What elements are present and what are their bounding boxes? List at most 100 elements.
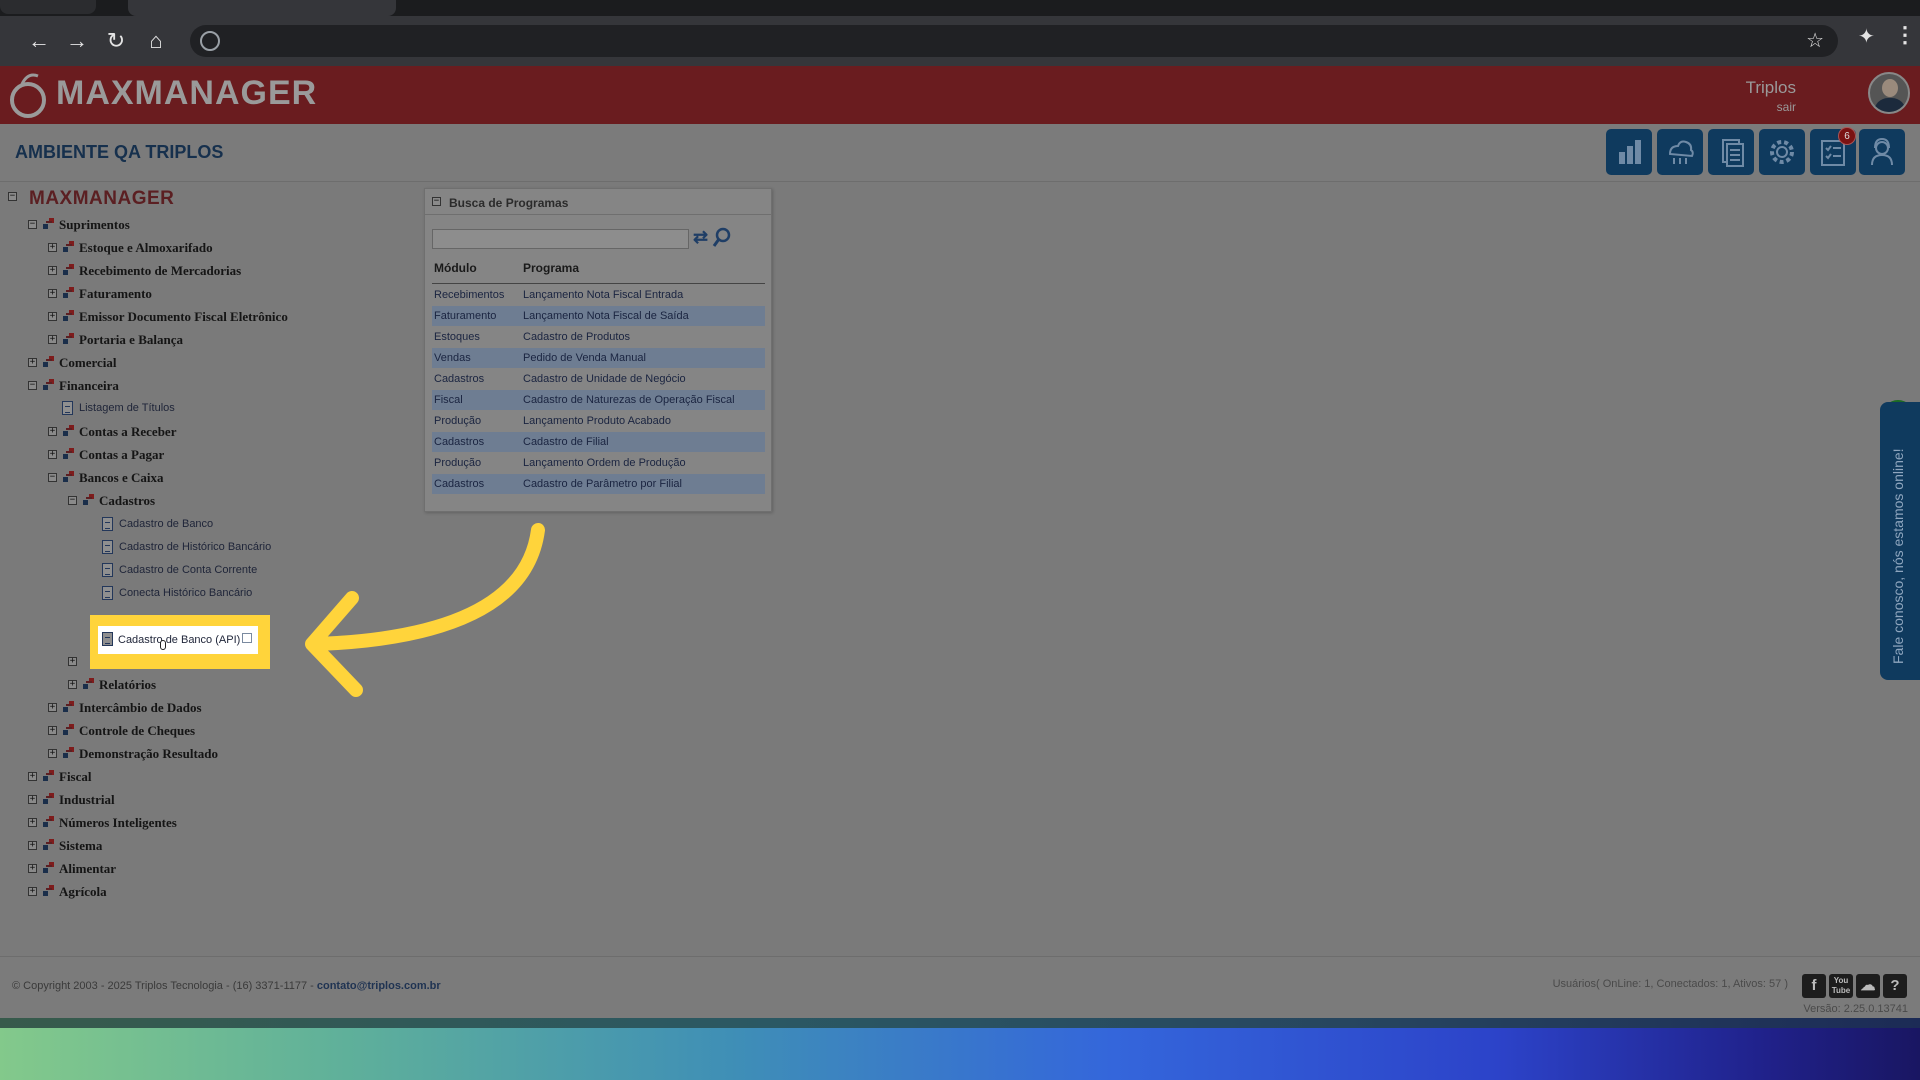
tree-node-label: Cadastros	[99, 493, 156, 508]
expand-icon[interactable]: +	[48, 266, 57, 275]
expand-icon[interactable]: +	[48, 749, 57, 758]
help-icon[interactable]: ?	[1883, 974, 1907, 998]
table-row[interactable]: Produção Lançamento Ordem de Produção	[432, 453, 765, 473]
program-search-panel: − Busca de Programas ⇄ Módulo Programa R…	[424, 188, 772, 512]
table-row[interactable]: Vendas Pedido de Venda Manual	[432, 348, 765, 368]
document-icon	[102, 517, 113, 531]
expand-icon[interactable]: +	[48, 335, 57, 344]
expand-icon[interactable]: +	[48, 427, 57, 436]
tree-node-label: Faturamento	[79, 286, 152, 301]
tree-node-label: Demonstração Resultado	[79, 746, 219, 761]
browser-tab-active[interactable]	[128, 0, 396, 16]
facebook-icon[interactable]: f	[1802, 974, 1826, 998]
tree-leaf-cadastro-banco-api[interactable]: Cadastro de Banco (API)	[98, 626, 258, 654]
cloud-icon[interactable]: ☁	[1856, 974, 1880, 998]
table-row[interactable]: Faturamento Lançamento Nota Fiscal de Sa…	[432, 306, 765, 326]
cell-programa: Cadastro de Produtos	[523, 331, 631, 343]
address-bar[interactable]: ☆	[190, 25, 1838, 57]
globe-icon	[200, 31, 220, 51]
module-icon	[43, 770, 55, 782]
hand-cursor-icon	[160, 640, 166, 650]
module-icon	[43, 793, 55, 805]
app-header: MAXMANAGER Triplos sair	[0, 66, 1920, 124]
support-button[interactable]	[1859, 129, 1905, 175]
tree-node-label: Portaria e Balança	[79, 332, 183, 347]
cell-modulo: Produção	[434, 415, 482, 427]
reports-button[interactable]	[1606, 129, 1652, 175]
documents-icon	[1722, 139, 1744, 167]
documents-button[interactable]	[1708, 129, 1754, 175]
expand-icon[interactable]: +	[28, 772, 37, 781]
tree-leaf-label: Cadastro de Banco	[119, 518, 214, 530]
expand-icon[interactable]: +	[28, 795, 37, 804]
settings-button[interactable]	[1759, 129, 1805, 175]
program-search-input[interactable]	[432, 229, 689, 249]
collapse-icon[interactable]: −	[28, 381, 37, 390]
settings-gear-icon	[1770, 140, 1794, 164]
gradient-band	[0, 1028, 1920, 1080]
collapse-icon[interactable]: −	[8, 192, 17, 201]
expand-icon[interactable]: +	[48, 450, 57, 459]
table-row[interactable]: Cadastros Cadastro de Unidade de Negócio	[432, 369, 765, 389]
cell-modulo: Cadastros	[434, 436, 485, 448]
module-icon	[63, 241, 75, 253]
maxmanager-logo-icon	[10, 73, 46, 118]
module-icon	[43, 379, 55, 391]
page-title: AMBIENTE QA TRIPLOS	[15, 142, 224, 162]
brand-logo-text[interactable]: MAXMANAGER	[56, 74, 317, 113]
table-row[interactable]: Fiscal Cadastro de Naturezas de Operação…	[432, 390, 765, 410]
external-link-icon[interactable]	[242, 633, 252, 643]
table-row[interactable]: Produção Lançamento Produto Acabado	[432, 411, 765, 431]
expand-icon[interactable]: +	[48, 289, 57, 298]
expand-icon[interactable]: +	[68, 657, 77, 666]
expand-icon[interactable]: +	[28, 358, 37, 367]
tree-node-label: Sistema	[59, 838, 103, 853]
table-row[interactable]: Cadastros Cadastro de Filial	[432, 432, 765, 452]
browser-menu-icon[interactable]: ⋮	[1894, 22, 1916, 48]
forward-icon[interactable]: →	[64, 28, 90, 54]
contact-email-link[interactable]: contato@triplos.com.br	[317, 980, 441, 992]
cell-modulo: Cadastros	[434, 373, 485, 385]
table-row[interactable]: Estoques Cadastro de Produtos	[432, 327, 765, 347]
table-row[interactable]: Cadastros Cadastro de Parâmetro por Fili…	[432, 474, 765, 494]
cell-programa: Pedido de Venda Manual	[523, 352, 646, 364]
cell-modulo: Recebimentos	[434, 289, 505, 301]
expand-icon[interactable]: +	[68, 680, 77, 689]
expand-icon[interactable]: +	[28, 818, 37, 827]
tree-node-label: Contas a Pagar	[79, 447, 165, 462]
tree-leaf-label: Cadastro de Banco (API)	[118, 634, 241, 646]
bookmark-star-icon[interactable]: ☆	[1806, 28, 1824, 53]
column-header-modulo[interactable]: Módulo	[434, 261, 477, 281]
collapse-icon[interactable]: −	[68, 496, 77, 505]
panel-header[interactable]: − Busca de Programas	[425, 189, 771, 215]
browser-tab[interactable]	[0, 0, 96, 14]
refresh-icon[interactable]: ⇄	[693, 227, 711, 249]
tree-node-label: Estoque e Almoxarifado	[79, 240, 213, 255]
cell-modulo: Vendas	[434, 352, 471, 364]
expand-icon[interactable]: +	[28, 864, 37, 873]
table-row[interactable]: Recebimentos Lançamento Nota Fiscal Entr…	[432, 285, 765, 305]
collapse-icon[interactable]: −	[432, 197, 441, 206]
tree-leaf-label: Cadastro de Conta Corrente	[119, 564, 258, 576]
collapse-icon[interactable]: −	[48, 473, 57, 482]
column-header-programa[interactable]: Programa	[523, 261, 579, 281]
collapse-icon[interactable]: −	[28, 220, 37, 229]
expand-icon[interactable]: +	[48, 243, 57, 252]
expand-icon[interactable]: +	[48, 312, 57, 321]
api-button[interactable]	[1657, 129, 1703, 175]
chat-label[interactable]: Fale conosco, nós estamos online!	[1890, 414, 1906, 664]
avatar[interactable]	[1868, 72, 1910, 114]
expand-icon[interactable]: +	[48, 703, 57, 712]
extensions-icon[interactable]: ✦	[1858, 24, 1875, 49]
expand-icon[interactable]: +	[28, 887, 37, 896]
logout-link[interactable]: sair	[1777, 100, 1796, 114]
expand-icon[interactable]: +	[48, 726, 57, 735]
tree-node-label: Recebimento de Mercadorias	[79, 263, 242, 278]
search-icon[interactable]	[712, 227, 732, 249]
back-icon[interactable]: ←	[26, 28, 52, 54]
youtube-icon[interactable]: You Tube	[1829, 974, 1853, 998]
reload-icon[interactable]: ↻	[103, 28, 129, 54]
document-icon	[102, 632, 113, 646]
expand-icon[interactable]: +	[28, 841, 37, 850]
home-icon[interactable]: ⌂	[143, 28, 169, 54]
